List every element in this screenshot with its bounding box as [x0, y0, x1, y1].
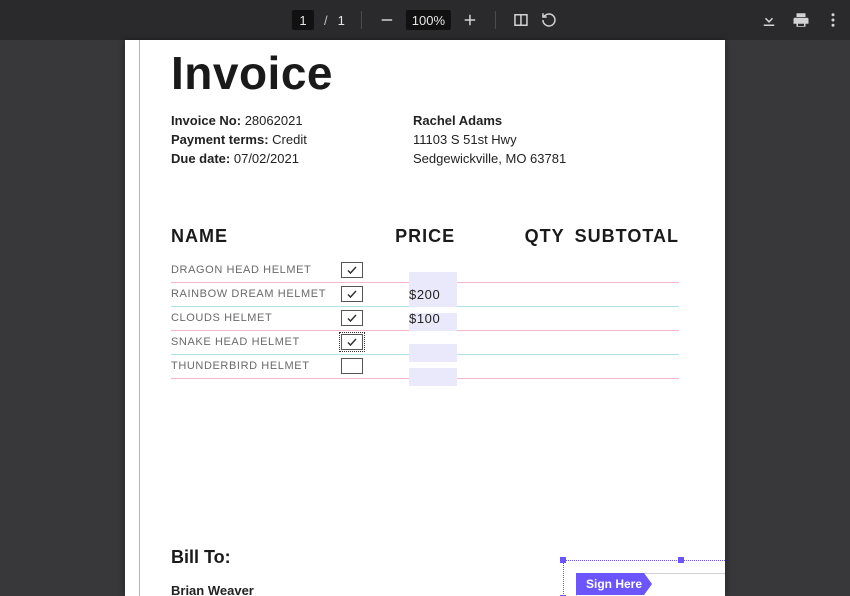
item-price-cell[interactable]: $100 [409, 311, 509, 326]
item-price: $200 [409, 287, 440, 302]
total-pages: 1 [338, 13, 345, 28]
pdf-toolbar: 1 / 1 100% [0, 0, 850, 40]
document-viewport: Invoice Invoice No: 28062021 Payment ter… [0, 40, 850, 596]
due-date-label: Due date: [171, 151, 230, 166]
from-line1: 11103 S 51st Hwy [413, 131, 566, 150]
invoice-from: Rachel Adams 11103 S 51st Hwy Sedgewickv… [413, 112, 566, 169]
price-input-highlight [409, 344, 457, 362]
item-name: RAINBOW DREAM HELMET [171, 288, 341, 300]
item-name: THUNDERBIRD HELMET [171, 360, 341, 372]
item-name: DRAGON HEAD HELMET [171, 264, 341, 276]
header-subtotal: SUBTOTAL [575, 226, 679, 247]
resize-handle[interactable] [678, 557, 684, 563]
item-check-cell [341, 334, 409, 350]
rotate-icon[interactable] [540, 11, 558, 29]
zoom-in-icon[interactable] [461, 11, 479, 29]
download-icon[interactable] [760, 11, 778, 29]
fit-page-icon[interactable] [512, 11, 530, 29]
item-row: CLOUDS HELMET $100 [171, 307, 679, 331]
header-price: PRICE [395, 226, 489, 247]
item-checkbox[interactable] [341, 358, 363, 374]
page-separator: / [324, 13, 328, 28]
item-checkbox[interactable] [341, 310, 363, 326]
divider [361, 11, 362, 29]
due-date: 07/02/2021 [234, 151, 299, 166]
item-price: $100 [409, 311, 440, 326]
header-name: NAME [171, 226, 395, 247]
invoice-meta: Invoice No: 28062021 Payment terms: Cred… [171, 112, 679, 169]
from-line2: Sedgewickville, MO 63781 [413, 150, 566, 169]
current-page-input[interactable]: 1 [292, 10, 314, 30]
item-checkbox[interactable] [341, 262, 363, 278]
price-input-highlight [409, 368, 457, 386]
toolbar-right [760, 0, 842, 40]
item-check-cell [341, 286, 409, 302]
header-qty: QTY [489, 226, 574, 247]
signature-field[interactable]: Sign Here [563, 560, 725, 596]
item-check-cell [341, 262, 409, 278]
item-check-cell [341, 310, 409, 326]
payment-terms-label: Payment terms: [171, 132, 269, 147]
item-checkbox[interactable] [341, 286, 363, 302]
items-header: NAME PRICE QTY SUBTOTAL [171, 226, 679, 247]
page-content: Invoice Invoice No: 28062021 Payment ter… [171, 40, 679, 596]
divider [495, 11, 496, 29]
item-row: SNAKE HEAD HELMET [171, 331, 679, 355]
item-price-cell[interactable]: $200 [409, 287, 509, 302]
items-body: DRAGON HEAD HELMET RAINBOW DREAM HELMET $2… [171, 259, 679, 379]
item-row: RAINBOW DREAM HELMET $200 [171, 283, 679, 307]
item-check-cell [341, 358, 409, 374]
toolbar-center: 1 / 1 100% [292, 0, 558, 40]
from-name: Rachel Adams [413, 113, 502, 128]
item-name: CLOUDS HELMET [171, 312, 341, 324]
print-icon[interactable] [792, 11, 810, 29]
more-icon[interactable] [824, 11, 842, 29]
invoice-no-label: Invoice No: [171, 113, 241, 128]
document-page: Invoice Invoice No: 28062021 Payment ter… [125, 40, 725, 596]
resize-handle[interactable] [560, 557, 566, 563]
zoom-out-icon[interactable] [378, 11, 396, 29]
zoom-level[interactable]: 100% [406, 10, 451, 30]
page-accent-line [139, 40, 140, 596]
item-checkbox[interactable] [341, 334, 363, 350]
item-name: SNAKE HEAD HELMET [171, 336, 341, 348]
sign-here-tag[interactable]: Sign Here [576, 573, 652, 595]
invoice-meta-left: Invoice No: 28062021 Payment terms: Cred… [171, 112, 413, 169]
item-row: DRAGON HEAD HELMET [171, 259, 679, 283]
invoice-no: 28062021 [245, 113, 303, 128]
payment-terms: Credit [272, 132, 307, 147]
invoice-title: Invoice [171, 46, 679, 100]
